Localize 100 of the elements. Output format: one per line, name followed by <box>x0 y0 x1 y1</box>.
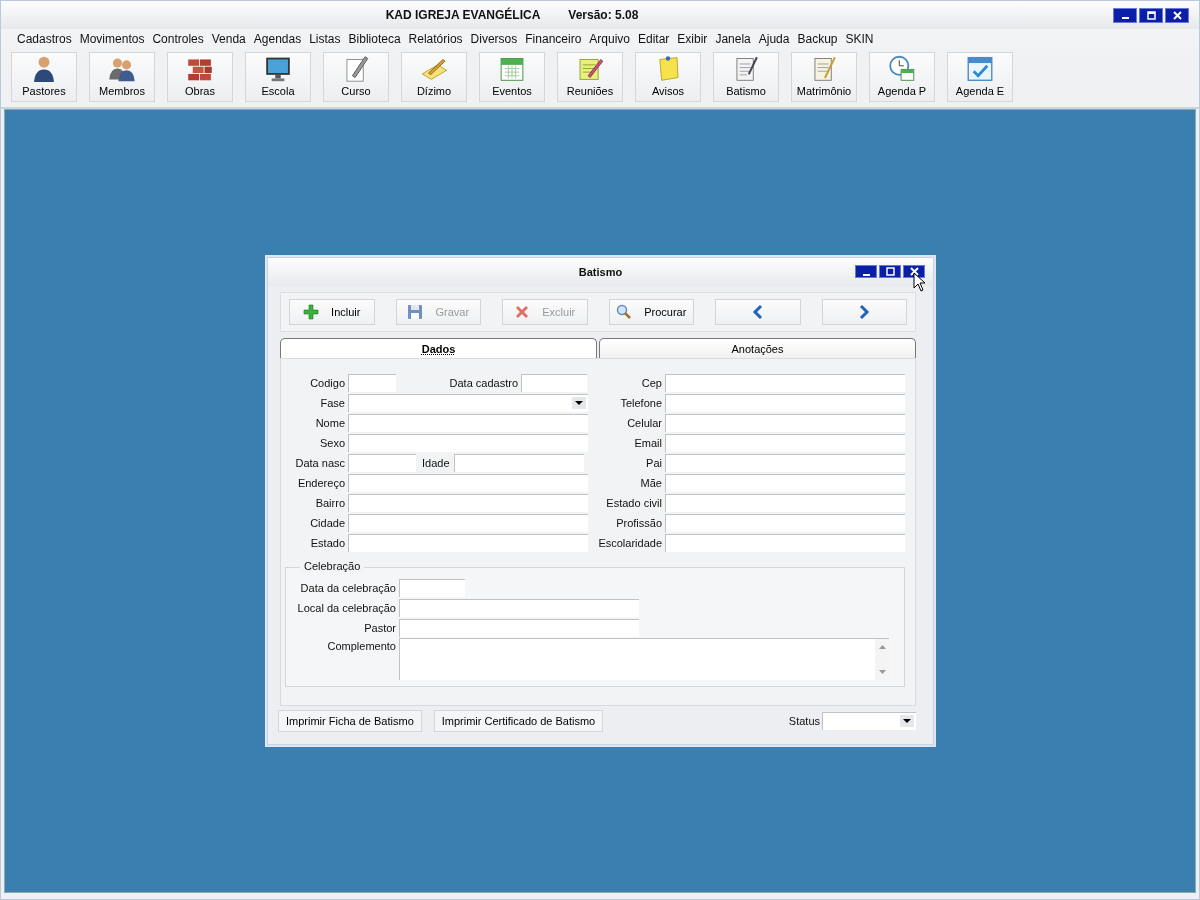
input-field[interactable] <box>348 374 396 392</box>
close-button[interactable] <box>1165 7 1189 23</box>
input-field[interactable] <box>665 394 905 412</box>
tab[interactable]: Anotações <box>599 338 916 358</box>
input-field[interactable] <box>521 374 587 392</box>
field-label: Profissão <box>615 517 663 529</box>
tab[interactable]: Dados <box>280 338 597 358</box>
menu-item[interactable]: Ajuda <box>754 32 794 46</box>
menu-item[interactable]: Listas <box>305 32 345 46</box>
input-field[interactable] <box>665 414 905 432</box>
version-label: Versão: 5.08 <box>568 8 639 22</box>
toolbar-button[interactable]: Agenda P <box>869 52 935 102</box>
field-label: Nome <box>314 417 346 429</box>
minimize-button[interactable] <box>1113 7 1137 23</box>
toolbar-button[interactable]: Membros <box>89 52 155 102</box>
menu-item[interactable]: Venda <box>207 32 250 46</box>
menu-item[interactable]: SKIN <box>841 32 878 46</box>
field-label: Cidade <box>309 517 346 529</box>
input-field[interactable] <box>454 454 584 472</box>
toolbar-button[interactable]: Curso <box>323 52 389 102</box>
field-label: Fase <box>319 397 346 409</box>
field-label: Data da celebração <box>299 582 397 594</box>
field-label: Pastor <box>363 622 397 634</box>
input-field[interactable] <box>665 514 905 532</box>
dialog-title: Batismo <box>578 266 623 278</box>
field-label: Endereço <box>296 477 346 489</box>
toolbar-button[interactable]: Eventos <box>479 52 545 102</box>
clock-calendar-icon <box>887 54 917 83</box>
menu-item[interactable]: Biblioteca <box>344 32 405 46</box>
plus-icon <box>303 304 320 320</box>
menu-item[interactable]: Janela <box>711 32 755 46</box>
input-field[interactable] <box>665 494 905 512</box>
close-icon <box>909 267 919 276</box>
input-field[interactable] <box>665 454 905 472</box>
input-field[interactable] <box>348 514 588 532</box>
menu-item[interactable]: Diversos <box>466 32 522 46</box>
field-label: Escolaridade <box>597 537 663 549</box>
field-label: Data nasc <box>294 457 346 469</box>
menu-item[interactable]: Movimentos <box>75 32 149 46</box>
toolbar-button[interactable]: Reuniões <box>557 52 623 102</box>
maximize-icon <box>885 267 895 276</box>
maximize-button[interactable] <box>1139 7 1163 23</box>
action-button[interactable] <box>715 299 801 325</box>
window-title: KAD IGREJA EVANGÉLICA <box>385 8 541 22</box>
menu-item[interactable]: Exibir <box>673 32 712 46</box>
dropdown-field[interactable] <box>822 712 916 730</box>
input-field[interactable] <box>665 374 905 392</box>
menu-item[interactable]: Arquivo <box>585 32 634 46</box>
input-field[interactable] <box>348 534 588 552</box>
input-field[interactable] <box>348 494 588 512</box>
field-label: Estado civil <box>605 497 663 509</box>
toolbar-button[interactable]: Dízimo <box>401 52 467 102</box>
input-field[interactable] <box>665 534 905 552</box>
maximize-button[interactable] <box>879 265 901 278</box>
print-button[interactable]: Imprimir Ficha de Batismo <box>278 710 422 732</box>
field-label: Sexo <box>318 437 346 449</box>
action-button[interactable] <box>821 299 907 325</box>
field-label: Complemento <box>326 639 397 652</box>
field-label: Telefone <box>619 397 663 409</box>
menu-item[interactable]: Backup <box>793 32 842 46</box>
maximize-icon <box>1146 10 1156 20</box>
toolbar-button[interactable]: Escola <box>245 52 311 102</box>
caret-icon <box>900 715 914 727</box>
cross-icon <box>514 304 531 320</box>
field-label: Idade <box>421 457 451 469</box>
menu-item[interactable]: Controles <box>148 32 208 46</box>
scroll-down-icon[interactable] <box>877 669 887 675</box>
input-field[interactable] <box>399 619 639 637</box>
dropdown-field[interactable] <box>348 394 588 412</box>
input-field[interactable] <box>348 414 588 432</box>
input-field[interactable] <box>348 434 588 452</box>
toolbar-button[interactable]: Matrimônio <box>791 52 857 102</box>
field-label: Pai <box>645 457 663 469</box>
action-button[interactable]: Incluir <box>289 299 375 325</box>
input-field[interactable] <box>665 474 905 492</box>
close-icon <box>1172 10 1182 20</box>
print-button[interactable]: Imprimir Certificado de Batismo <box>433 710 604 732</box>
menu-item[interactable]: Agendas <box>249 32 306 46</box>
field-label: Bairro <box>314 497 346 509</box>
toolbar-button[interactable]: Batismo <box>713 52 779 102</box>
caret-icon <box>572 397 586 409</box>
toolbar-button[interactable]: Agenda E <box>947 52 1013 102</box>
minimize-button[interactable] <box>855 265 877 278</box>
scroll-up-icon[interactable] <box>877 644 887 650</box>
input-field[interactable] <box>399 599 639 617</box>
text-area[interactable] <box>399 638 889 680</box>
input-field[interactable] <box>348 454 416 472</box>
input-field[interactable] <box>399 579 465 597</box>
menu-item[interactable]: Editar <box>634 32 674 46</box>
toolbar-button[interactable]: Pastores <box>11 52 77 102</box>
toolbar-button[interactable]: Obras <box>167 52 233 102</box>
menu-item[interactable]: Cadastros <box>13 32 76 46</box>
field-label: Celular <box>626 417 663 429</box>
field-label: Codigo <box>309 377 346 389</box>
input-field[interactable] <box>348 474 588 492</box>
action-button[interactable]: Procurar <box>608 299 694 325</box>
toolbar-button[interactable]: Avisos <box>635 52 701 102</box>
menu-item[interactable]: Relatórios <box>404 32 467 46</box>
menu-item[interactable]: Financeiro <box>521 32 586 46</box>
input-field[interactable] <box>665 434 905 452</box>
